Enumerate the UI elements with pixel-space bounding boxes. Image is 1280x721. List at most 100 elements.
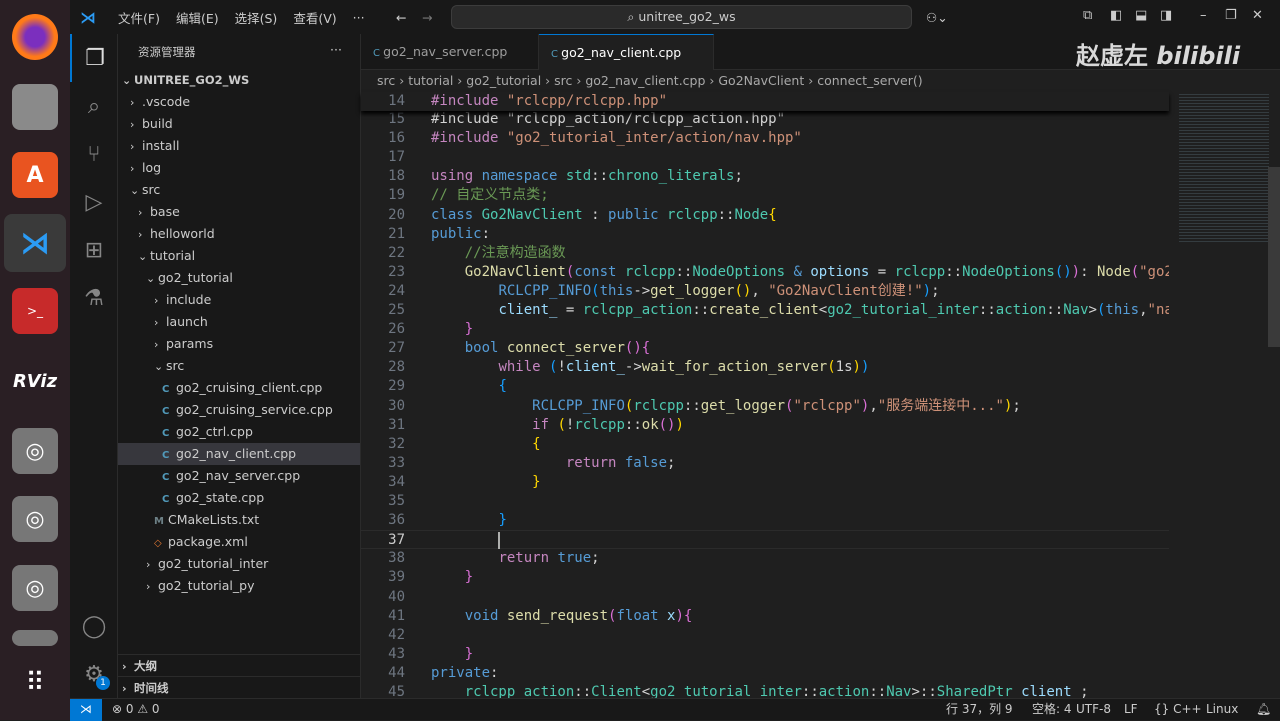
breadcrumb-item[interactable]: tutorial: [408, 73, 453, 88]
tree-item[interactable]: Cgo2_nav_server.cpp: [118, 465, 360, 487]
forward-arrow-icon[interactable]: →: [422, 10, 432, 25]
menu-more[interactable]: ···: [345, 10, 373, 25]
tree-item[interactable]: › helloworld: [118, 223, 360, 245]
toggle-secondary-sidebar-icon[interactable]: ◨: [1160, 8, 1172, 23]
code-line[interactable]: 15 #include "rclcpp_action/rclcpp_action.…: [361, 110, 1169, 129]
code-line[interactable]: 41 void send_request(float x){: [361, 607, 1169, 626]
tree-item[interactable]: › .vscode: [118, 91, 360, 113]
code-line[interactable]: 33 return false;: [361, 454, 1169, 473]
code-line[interactable]: 36 }: [361, 511, 1169, 530]
code-line[interactable]: 23 Go2NavClient (const rclcpp::NodeOption…: [361, 263, 1169, 282]
breadcrumb-item[interactable]: src: [554, 73, 572, 88]
cursor-position[interactable]: 行 37，列 9: [946, 699, 1013, 720]
tab-go2-nav-server[interactable]: C go2_nav_server.cpp: [361, 34, 539, 70]
code-line[interactable]: 27 bool connect_server(){: [361, 339, 1169, 358]
code-line[interactable]: 42: [361, 626, 1169, 645]
code-line[interactable]: 29 {: [361, 377, 1169, 396]
tree-item[interactable]: › go2_tutorial_inter: [118, 553, 360, 575]
timeline-section[interactable]: › 时间线: [118, 676, 360, 698]
apps-grid-icon[interactable]: ⠿: [12, 660, 58, 706]
tree-item[interactable]: ⌄ src: [118, 355, 360, 377]
scrollbar-thumb[interactable]: [1268, 167, 1280, 347]
drive-icon[interactable]: [12, 630, 58, 646]
tree-item[interactable]: › build: [118, 113, 360, 135]
explorer-icon[interactable]: ❐: [70, 34, 118, 82]
end-of-line[interactable]: LF: [1124, 699, 1138, 720]
customize-layout-icon[interactable]: ⧉: [1083, 8, 1092, 23]
code-line[interactable]: 37: [361, 530, 1169, 550]
tree-item[interactable]: Cgo2_nav_client.cpp: [118, 443, 360, 465]
code-line[interactable]: 40: [361, 588, 1169, 607]
rviz-icon[interactable]: RViz: [12, 358, 58, 404]
firefox-icon[interactable]: [12, 14, 58, 60]
encoding[interactable]: UTF-8: [1076, 699, 1111, 720]
tree-item[interactable]: Cgo2_ctrl.cpp: [118, 421, 360, 443]
tree-item[interactable]: ⌄ src: [118, 179, 360, 201]
tree-item[interactable]: ◇ package.xml: [118, 531, 360, 553]
minimize-icon[interactable]: –: [1200, 8, 1207, 23]
accounts-icon[interactable]: ◯: [70, 602, 118, 650]
tree-item[interactable]: › params: [118, 333, 360, 355]
app-center-icon[interactable]: A: [12, 152, 58, 198]
tab-go2-nav-client[interactable]: C go2_nav_client.cpp ×: [539, 34, 714, 98]
code-line[interactable]: 39 }: [361, 568, 1169, 587]
code-line[interactable]: 30 RCLCPP_INFO(rclcpp::get_logger("rclcp…: [361, 397, 1169, 416]
code-line[interactable]: 26 }: [361, 320, 1169, 339]
settings-gear-icon[interactable]: ⚙ 1: [70, 650, 118, 698]
code-line[interactable]: 19 // 自定义节点类;: [361, 186, 1169, 205]
menu-edit[interactable]: 编辑(E): [168, 8, 227, 27]
code-line[interactable]: 21 public:: [361, 225, 1169, 244]
tree-item[interactable]: › go2_tutorial_py: [118, 575, 360, 597]
code-line[interactable]: 18 using namespace std::chrono_literals;: [361, 167, 1169, 186]
toggle-sidebar-icon[interactable]: ◧: [1110, 8, 1122, 23]
vscode-icon[interactable]: ⋊: [4, 214, 66, 272]
outline-section[interactable]: › 大纲: [118, 654, 360, 676]
code-line[interactable]: 17: [361, 148, 1169, 167]
breadcrumb-item[interactable]: src: [377, 73, 395, 88]
search-icon[interactable]: ⌕: [70, 82, 118, 130]
code-line[interactable]: 38 return true;: [361, 549, 1169, 568]
menu-view[interactable]: 查看(V): [285, 8, 344, 27]
language-mode[interactable]: {} C++: [1154, 699, 1202, 720]
indentation[interactable]: 空格: 4: [1032, 699, 1072, 720]
code-line[interactable]: 24 RCLCPP_INFO(this->get_logger(), "Go2N…: [361, 282, 1169, 301]
remote-indicator-icon[interactable]: ⋊: [70, 699, 102, 721]
tree-item[interactable]: › log: [118, 157, 360, 179]
tree-item[interactable]: › install: [118, 135, 360, 157]
breadcrumb-item[interactable]: Go2NavClient: [718, 73, 804, 88]
disc-icon[interactable]: ◎: [12, 428, 58, 474]
toggle-panel-icon[interactable]: ⬓: [1135, 8, 1147, 23]
code-line[interactable]: 20 class Go2NavClient : public rclcpp::No…: [361, 206, 1169, 225]
disc-icon[interactable]: ◎: [12, 565, 58, 611]
code-editor[interactable]: 15 #include "rclcpp_action/rclcpp_action.…: [361, 92, 1169, 698]
disc-icon[interactable]: ◎: [12, 496, 58, 542]
close-window-icon[interactable]: ✕: [1252, 8, 1263, 23]
breadcrumb-item[interactable]: connect_server(): [817, 73, 922, 88]
tree-item[interactable]: Cgo2_state.cpp: [118, 487, 360, 509]
minimap[interactable]: [1169, 92, 1280, 698]
run-debug-icon[interactable]: ▷: [70, 178, 118, 226]
code-line[interactable]: 32 {: [361, 435, 1169, 454]
code-line[interactable]: 16 #include "go2_tutorial_inter/action/na…: [361, 129, 1169, 148]
menu-file[interactable]: 文件(F): [110, 8, 168, 27]
code-line[interactable]: 14 #include "rclcpp/rclcpp.hpp": [361, 92, 1169, 111]
back-arrow-icon[interactable]: ←: [396, 10, 406, 25]
code-line[interactable]: 35: [361, 492, 1169, 511]
explorer-more-button[interactable]: ···: [330, 42, 342, 57]
tree-item[interactable]: Cgo2_cruising_service.cpp: [118, 399, 360, 421]
workspace-root[interactable]: ⌄ UNITREE_GO2_WS: [118, 69, 360, 91]
tree-item[interactable]: › include: [118, 289, 360, 311]
code-line[interactable]: 31 if (!rclcpp::ok()): [361, 416, 1169, 435]
tree-item[interactable]: ⌄ tutorial: [118, 245, 360, 267]
notifications-bell-icon[interactable]: 🔔︎: [1256, 699, 1271, 720]
source-control-icon[interactable]: ⑂: [70, 130, 118, 178]
code-line[interactable]: 44 private:: [361, 664, 1169, 683]
code-line[interactable]: 25 client_ = rclcpp_action::create_clien…: [361, 301, 1169, 320]
platform[interactable]: Linux: [1206, 699, 1238, 720]
menu-selection[interactable]: 选择(S): [227, 8, 286, 27]
breadcrumb-item[interactable]: go2_tutorial: [466, 73, 541, 88]
copilot-icon[interactable]: ⚇⌄: [926, 10, 948, 25]
testing-icon[interactable]: ⚗: [70, 274, 118, 322]
tree-item[interactable]: › launch: [118, 311, 360, 333]
breadcrumb-item[interactable]: go2_nav_client.cpp: [585, 73, 705, 88]
